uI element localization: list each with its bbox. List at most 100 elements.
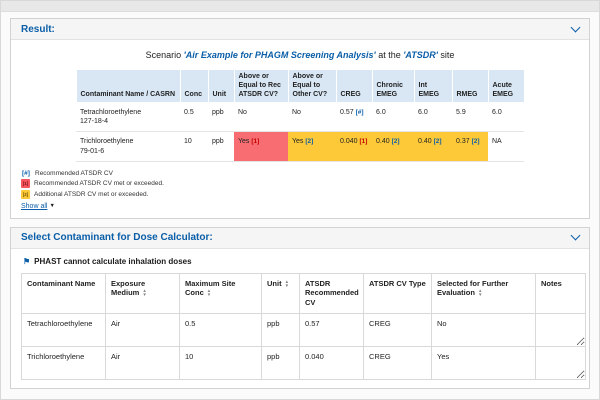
col-contaminant-name-casrn: Contaminant Name / CASRN (76, 70, 180, 103)
col-unit: Unit (208, 70, 234, 103)
red-swatch-icon: [1] (21, 179, 30, 188)
recommended-cv-marker: [#] (21, 170, 31, 177)
legend-mark: [1] (23, 181, 29, 186)
scenario-line: Scenario 'Air Example for PHAGM Screenin… (21, 50, 579, 60)
col-contaminant-name: Contaminant Name (22, 273, 106, 313)
cell-above-other: No (288, 103, 336, 132)
header-label: Unit (267, 279, 282, 288)
cell-conc: 0.5 (180, 103, 208, 132)
additional-mark: [2] (305, 138, 313, 145)
legend-label: Additional ATSDR CV met or exceeded. (34, 191, 148, 198)
cell-maximum-site-conc: 10 (180, 346, 262, 379)
scenario-suffix: site (438, 50, 455, 60)
cell-creg-exceeded: 0.040 [1] (336, 132, 372, 161)
cell-selected: No (432, 313, 536, 346)
col-int-emeg: Int EMEG (414, 70, 452, 103)
contaminant-name: Tetrachloroethylene (80, 108, 176, 117)
cell-unit: ppb (208, 103, 234, 132)
cell-rmeg-exceeded: 0.37 [2] (452, 132, 488, 161)
dose-calculator-panel: Select Contaminant for Dose Calculator: … (10, 227, 590, 389)
cell-above-other-exceeded: Yes [2] (288, 132, 336, 161)
legend-label: Recommended ATSDR CV met or exceeded. (34, 180, 164, 187)
legend-item-recommended-cv: [#] Recommended ATSDR CV (21, 170, 579, 177)
col-conc: Conc (180, 70, 208, 103)
chronic-value: 0.40 (376, 138, 390, 145)
cell-atsdr-recommended-cv: 0.57 (300, 313, 364, 346)
cell-acute-emeg: NA (488, 132, 524, 161)
notes-textarea[interactable] (536, 314, 585, 346)
col-above-rec-atsdr-cv: Above or Equal to Rec ATSDR CV? (234, 70, 288, 103)
above-rec-value: Yes (238, 138, 249, 145)
cell-conc: 10 (180, 132, 208, 161)
col-unit[interactable]: Unit▲▼ (262, 273, 300, 313)
cell-atsdr-recommended-cv: 0.040 (300, 346, 364, 379)
above-other-value: Yes (292, 138, 303, 145)
caret-down-icon[interactable]: ▼ (49, 203, 54, 209)
dose-table-header-row: Contaminant Name Exposure Medium▲▼ Maxim… (22, 273, 586, 313)
cell-chronic-emeg: 6.0 (372, 103, 414, 132)
col-maximum-site-conc[interactable]: Maximum Site Conc▲▼ (180, 273, 262, 313)
result-table-header-row: Contaminant Name / CASRN Conc Unit Above… (76, 70, 524, 103)
chevron-down-icon[interactable] (571, 22, 581, 32)
col-selected-for-further-evaluation[interactable]: Selected for Further Evaluation▲▼ (432, 273, 536, 313)
cell-selected: Yes (432, 346, 536, 379)
dose-panel-title: Select Contaminant for Dose Calculator: (21, 232, 213, 243)
scenario-middle: at the (376, 50, 404, 60)
cell-unit: ppb (262, 313, 300, 346)
sort-icon[interactable]: ▲▼ (285, 280, 289, 288)
cell-notes (536, 346, 586, 379)
sort-icon[interactable]: ▲▼ (207, 289, 211, 297)
int-value: 0.40 (418, 138, 432, 145)
chevron-down-icon[interactable] (571, 231, 581, 241)
cell-above-rec-exceeded: Yes [1] (234, 132, 288, 161)
legend-item-rec-exceeded: [1] Recommended ATSDR CV met or exceeded… (21, 179, 579, 188)
additional-mark: [2] (392, 138, 400, 145)
scenario-name: 'Air Example for PHAGM Screening Analysi… (184, 50, 376, 60)
sort-icon[interactable]: ▲▼ (142, 289, 146, 297)
table-row: Tetrachloroethylene Air 0.5 ppb 0.57 CRE… (22, 313, 586, 346)
result-panel-header[interactable]: Result: (11, 19, 589, 40)
cell-chronic-emeg-exceeded: 0.40 [2] (372, 132, 414, 161)
show-all-link[interactable]: Show all (21, 203, 47, 210)
exceeded-mark: [1] (251, 138, 259, 145)
cell-maximum-site-conc: 0.5 (180, 313, 262, 346)
cell-acute-emeg: 6.0 (488, 103, 524, 132)
col-creg: CREG (336, 70, 372, 103)
table-row: Tetrachloroethylene 127-18-4 0.5 ppb No … (76, 103, 524, 132)
col-exposure-medium[interactable]: Exposure Medium▲▼ (106, 273, 180, 313)
cell-int-emeg: 6.0 (414, 103, 452, 132)
sort-icon[interactable]: ▲▼ (478, 289, 482, 297)
col-chronic-emeg: Chronic EMEG (372, 70, 414, 103)
yellow-swatch-icon: [2] (21, 190, 30, 199)
dose-table: Contaminant Name Exposure Medium▲▼ Maxim… (21, 273, 586, 380)
header-label: ATSDR CV Type (369, 279, 426, 288)
cell-unit: ppb (262, 346, 300, 379)
result-table: Contaminant Name / CASRN Conc Unit Above… (76, 69, 525, 162)
contaminant-casrn: 127-18-4 (80, 117, 176, 126)
legend: [#] Recommended ATSDR CV [1] Recommended… (21, 170, 579, 199)
table-row: Trichloroethylene 79-01-6 10 ppb Yes [1]… (76, 132, 524, 161)
col-rmeg: RMEG (452, 70, 488, 103)
additional-mark: [2] (434, 138, 442, 145)
dose-panel-body: ⚑PHAST cannot calculate inhalation doses… (11, 249, 589, 388)
scenario-site: 'ATSDR' (403, 50, 438, 60)
flag-icon: ⚑ (23, 257, 30, 266)
legend-mark: [2] (23, 192, 29, 197)
header-label: Exposure Medium (111, 279, 145, 298)
top-strip (1, 1, 599, 12)
cell-int-emeg-exceeded: 0.40 [2] (414, 132, 452, 161)
header-label: Selected for Further Evaluation (437, 279, 508, 298)
contaminant-name: Trichloroethylene (80, 137, 176, 146)
cell-rmeg: 5.9 (452, 103, 488, 132)
cell-contaminant-name: Trichloroethylene (22, 346, 106, 379)
dose-panel-header[interactable]: Select Contaminant for Dose Calculator: (11, 228, 589, 249)
contaminant-casrn: 79-01-6 (80, 147, 176, 156)
notes-textarea[interactable] (536, 347, 585, 379)
col-acute-emeg: Acute EMEG (488, 70, 524, 103)
cell-exposure-medium: Air (106, 346, 180, 379)
recommended-cv-mark: [#] (356, 109, 364, 116)
cell-atsdr-cv-type: CREG (364, 346, 432, 379)
additional-mark: [2] (472, 138, 480, 145)
rmeg-value: 0.37 (456, 138, 470, 145)
cell-contaminant: Trichloroethylene 79-01-6 (76, 132, 180, 161)
